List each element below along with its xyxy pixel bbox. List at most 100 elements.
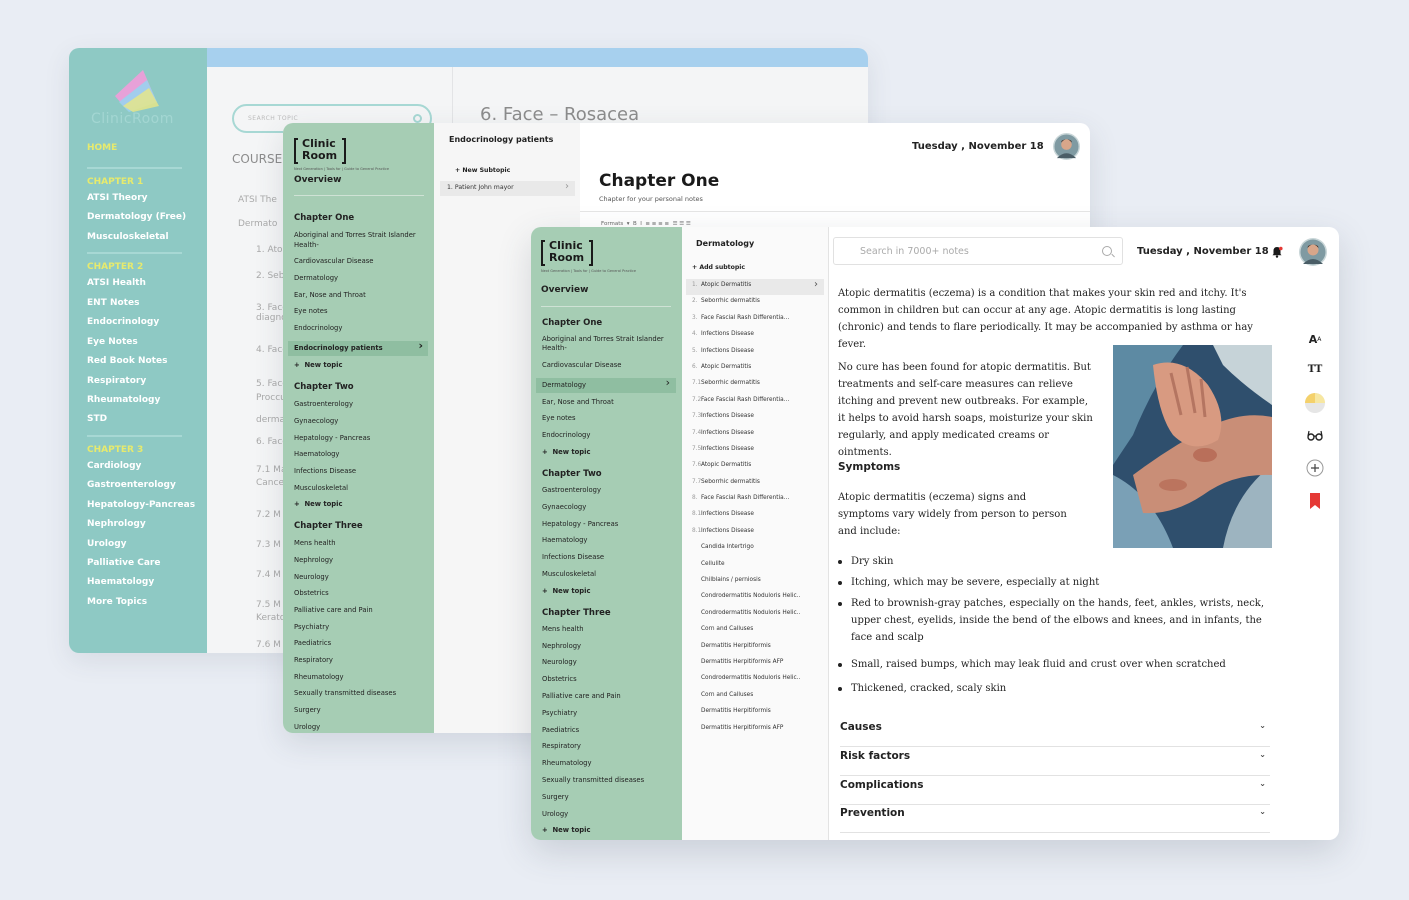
new-topic-button[interactable]: + New topic [542, 587, 676, 595]
sidebar-item[interactable]: Ear, Nose and Throat [542, 398, 676, 407]
bookmark-icon[interactable] [1303, 489, 1327, 513]
subtopic-item[interactable]: 7.4Infections Disease [686, 427, 824, 443]
sidebar-item[interactable]: Cardiology [87, 461, 202, 471]
sidebar-item[interactable]: STD [87, 414, 202, 424]
sidebar-item[interactable]: Psychiatry [542, 709, 676, 718]
sidebar-item[interactable]: More Topics [87, 597, 202, 607]
accordion-complications[interactable]: Complications ⌄ [840, 779, 1270, 805]
sidebar-item[interactable]: Rheumatology [87, 395, 202, 405]
sidebar-item[interactable]: Nephrology [294, 556, 428, 566]
sidebar-item[interactable]: Hepatology - Pancreas [542, 520, 676, 529]
sidebar-item[interactable]: Respiratory [294, 656, 428, 666]
topic-item[interactable]: Kerato [256, 613, 285, 623]
user-avatar[interactable] [1299, 238, 1327, 266]
subtopic-item[interactable]: 7.1Seborrhic dermatitis [686, 377, 824, 393]
subtopic-item[interactable]: 6. Atopic Dermatitis [686, 361, 824, 377]
subtopic-item[interactable]: 4. Infections Disease [686, 328, 824, 344]
subtopic-item[interactable]: 7.3Infections Disease [686, 410, 824, 426]
sidebar-item[interactable]: Nephrology [542, 642, 676, 651]
sidebar-item[interactable]: Eye notes [542, 414, 676, 423]
sidebar-item[interactable]: ATSI Theory [87, 193, 202, 203]
subtopic-item[interactable]: Corn and Calluses [686, 623, 824, 639]
topic-item[interactable]: ATSI The [238, 195, 277, 205]
sidebar-item[interactable]: Obstetrics [294, 589, 428, 599]
subtopic-item[interactable]: 1. Patient John mayor [440, 181, 575, 196]
accordion-prevention[interactable]: Prevention ⌄ [840, 807, 1270, 833]
topic-item[interactable]: 2. Seb [256, 271, 284, 281]
sidebar-item[interactable]: Rheumatology [542, 759, 676, 768]
sidebar-item[interactable]: Neurology [542, 658, 676, 667]
sidebar-item[interactable]: Haematology [87, 577, 202, 587]
sidebar-item[interactable]: Rheumatology [294, 673, 428, 683]
sidebar-item[interactable]: Sexually transmitted diseases [294, 689, 428, 699]
topic-item[interactable]: 7.5 M [256, 600, 281, 610]
sidebar-item[interactable]: Ear, Nose and Throat [294, 291, 428, 301]
sidebar-item[interactable]: Paediatrics [542, 726, 676, 735]
sidebar-item[interactable]: Haematology [542, 536, 676, 545]
sidebar-item[interactable]: Palliative care and Pain [542, 692, 676, 701]
subtopic-item[interactable]: Dermatitis Herpitiformis AFP [686, 722, 824, 738]
subtopic-item[interactable]: 3. Face Fascial Rash Differentia... [686, 312, 824, 328]
sidebar-item[interactable]: Hepatology - Pancreas [294, 434, 428, 444]
sidebar-item[interactable]: Aboriginal and Torres Strait Islander He… [542, 335, 676, 353]
topic-item[interactable]: Proccu [256, 393, 286, 403]
topic-item[interactable]: derma [256, 415, 285, 425]
add-subtopic-button[interactable]: + Add subtopic [692, 264, 745, 271]
subtopic-item[interactable]: Candida Intertrigo [686, 541, 824, 557]
subtopic-item[interactable]: 5. Infections Disease [686, 345, 824, 361]
sidebar-item[interactable]: Infections Disease [542, 553, 676, 562]
subtopic-item[interactable]: Condrodermatitis Noduloris Helic.. [686, 672, 824, 688]
sidebar-item[interactable]: Respiratory [87, 376, 202, 386]
sidebar-item[interactable]: Eye Notes [87, 337, 202, 347]
search-notes-input[interactable]: Search in 7000+ notes [833, 237, 1123, 265]
sidebar-item[interactable]: Aboriginal and Torres Strait Islander He… [294, 231, 428, 250]
subtopic-item[interactable]: Condrodermatitis Noduloris Helic.. [686, 607, 824, 623]
sidebar-item[interactable]: Eye notes [294, 307, 428, 317]
sidebar-item[interactable]: Endocrinology [542, 431, 676, 440]
color-theme-icon[interactable] [1303, 391, 1327, 415]
sidebar-item[interactable]: Haematology [294, 450, 428, 460]
sidebar-item[interactable]: Mens health [294, 539, 428, 549]
topic-item[interactable]: Dermato [238, 219, 277, 229]
topic-item[interactable]: 7.2 M [256, 510, 281, 520]
overview-link[interactable]: Overview [541, 285, 588, 295]
sidebar-item[interactable]: Cardiovascular Disease [294, 257, 428, 267]
accordion-risk-factors[interactable]: Risk factors ⌄ [840, 750, 1270, 776]
sidebar-item[interactable]: Dermatology [536, 377, 676, 393]
new-subtopic-button[interactable]: + New Subtopic [455, 167, 510, 174]
topic-item[interactable]: 7.1 Ma [256, 465, 286, 475]
subtopic-item[interactable]: Cellulite [686, 558, 824, 574]
sidebar-item[interactable]: Infections Disease [294, 467, 428, 477]
sidebar-item[interactable]: Endocrinology [87, 317, 202, 327]
user-avatar[interactable] [1053, 133, 1080, 160]
topic-item[interactable]: 7.6 M [256, 640, 281, 650]
subtopic-item[interactable]: 7.7Seborrhic dermatitis [686, 476, 824, 492]
sidebar-item[interactable]: Cardiovascular Disease [542, 361, 676, 370]
subtopic-item[interactable]: Dermatitis Herpitiformis [686, 640, 824, 656]
sidebar-item[interactable]: ATSI Health [87, 278, 202, 288]
subtopic-item[interactable]: 1. Atopic Dermatitis [686, 279, 824, 296]
sidebar-item[interactable]: Dermatology (Free) [87, 212, 202, 222]
sidebar-item[interactable]: Red Book Notes [87, 356, 202, 366]
sidebar-item[interactable]: Musculoskeletal [87, 232, 202, 242]
subtopic-item[interactable]: 7.6Atopic Dermatitis [686, 459, 824, 475]
subtopic-item[interactable]: Chilblains / perniosis [686, 574, 824, 590]
accordion-causes[interactable]: Causes ⌄ [840, 721, 1270, 747]
sidebar-item[interactable]: Urology [87, 539, 202, 549]
topic-item[interactable]: Cance [256, 478, 284, 488]
sidebar-item[interactable]: Gastroenterology [542, 486, 676, 495]
sidebar-item[interactable]: Gynaecology [294, 417, 428, 427]
text-style-icon[interactable]: TT [1303, 357, 1327, 381]
subtopic-item[interactable]: 7.2Face Fascial Rash Differentia... [686, 394, 824, 410]
subtopic-item[interactable]: 8. Face Fascial Rash Differentia... [686, 492, 824, 508]
sidebar-item[interactable]: Surgery [294, 706, 428, 716]
subtopic-item[interactable]: Dermatitis Herpitiformis AFP [686, 656, 824, 672]
subtopic-item[interactable]: 8.1Infections Disease [686, 525, 824, 541]
sidebar-item[interactable]: Urology [294, 723, 428, 733]
sidebar-item[interactable]: Gynaecology [542, 503, 676, 512]
sidebar-item[interactable]: Gastroenterology [294, 400, 428, 410]
nav-home-link[interactable]: HOME [87, 143, 202, 153]
reading-glasses-icon[interactable] [1303, 424, 1327, 448]
font-size-icon[interactable]: AA [1303, 327, 1327, 351]
sidebar-item[interactable]: Psychiatry [294, 623, 428, 633]
